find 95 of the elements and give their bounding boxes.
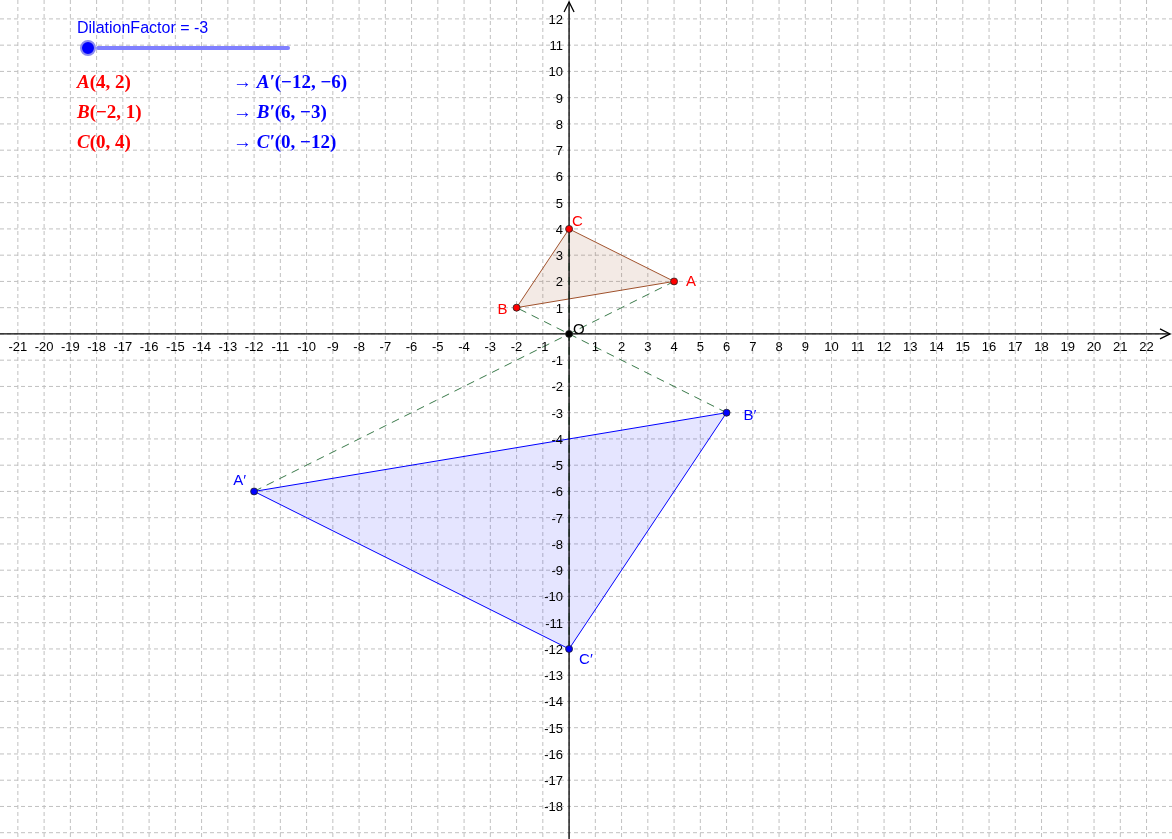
point-label: A′ — [233, 471, 247, 489]
point-coordinates: B(−2, 1) — [77, 100, 143, 124]
tick-label: 6 — [722, 338, 731, 354]
tick-label: 5 — [555, 195, 564, 211]
tick-label: 8 — [775, 338, 783, 354]
tick-label: -14 — [192, 338, 211, 354]
point-label: C′ — [579, 649, 593, 667]
tick-label: -12 — [544, 641, 564, 657]
tick-label: -1 — [537, 338, 549, 354]
tick-label: -5 — [432, 338, 444, 354]
tick-label: -12 — [244, 338, 264, 354]
tick-label: -10 — [544, 589, 564, 605]
point-label: B′ — [743, 405, 757, 423]
tick-label: 1 — [555, 300, 564, 316]
tick-label: 20 — [1086, 338, 1102, 354]
tick-label: -18 — [87, 338, 106, 354]
tick-label: 2 — [555, 274, 564, 290]
tick-label: -2 — [510, 338, 523, 354]
tick-label: 3 — [644, 338, 652, 354]
tick-label: -13 — [544, 668, 564, 684]
tick-label: 4 — [670, 338, 678, 354]
tick-label: 11 — [549, 38, 564, 54]
tick-label: 16 — [981, 338, 997, 354]
tick-label: 22 — [1139, 338, 1154, 354]
image-coordinates: → A′(−12, −6) — [233, 70, 348, 94]
tick-label: -13 — [218, 338, 238, 354]
tick-label: -7 — [551, 510, 564, 526]
tick-label: -9 — [551, 563, 564, 579]
tick-label: 5 — [696, 338, 704, 354]
tick-label: -1 — [551, 353, 564, 369]
point[interactable] — [565, 330, 573, 338]
tick-label: -20 — [34, 338, 54, 354]
point[interactable] — [565, 225, 573, 233]
tick-label: 18 — [1034, 338, 1049, 354]
tick-label: -16 — [544, 746, 564, 762]
tick-label: -10 — [297, 338, 316, 354]
point[interactable] — [670, 277, 678, 286]
tick-label: -16 — [139, 338, 159, 354]
tick-label: 6 — [555, 169, 564, 185]
tick-label: 13 — [903, 338, 918, 354]
slider-label: DilationFactor = -3 — [77, 18, 210, 38]
tick-label: -14 — [544, 694, 564, 710]
tick-label: -8 — [551, 536, 564, 552]
tick-label: -17 — [113, 338, 133, 354]
slider-track[interactable] — [96, 46, 290, 50]
tick-label: -18 — [544, 799, 564, 815]
tick-label: 9 — [555, 90, 564, 106]
tick-label: -11 — [545, 615, 564, 631]
tick-label: -9 — [327, 338, 339, 354]
tick-label: -8 — [353, 338, 365, 354]
tick-label: 7 — [555, 143, 564, 159]
tick-label: -6 — [551, 484, 564, 500]
tick-label: 9 — [801, 338, 809, 354]
tick-label: -15 — [544, 720, 564, 736]
point-label: A — [686, 272, 697, 290]
tick-label: -4 — [458, 338, 470, 354]
tick-label: -17 — [544, 773, 564, 789]
point-label: O — [573, 319, 585, 337]
tick-label: 11 — [851, 338, 865, 354]
point-coordinates: C(0, 4) — [77, 130, 132, 154]
tick-label: -6 — [405, 338, 418, 354]
tick-label: 10 — [548, 64, 564, 80]
tick-label: -21 — [8, 338, 28, 354]
tick-label: -5 — [551, 458, 564, 474]
tick-label: 15 — [955, 338, 971, 354]
tick-label: 2 — [617, 338, 626, 354]
tick-label: 12 — [548, 11, 564, 27]
tick-label: -3 — [551, 405, 564, 421]
tick-label: -2 — [551, 379, 564, 395]
tick-label: 19 — [1060, 338, 1076, 354]
tick-label: -15 — [165, 338, 185, 354]
tick-label: -19 — [60, 338, 80, 354]
tick-label: -7 — [379, 338, 392, 354]
point-label: B — [497, 299, 508, 317]
image-coordinates: → C′(0, −12) — [233, 130, 338, 154]
tick-label: 12 — [876, 338, 892, 354]
point-label: C — [572, 211, 583, 229]
tick-label: 7 — [749, 338, 757, 354]
tick-label: -3 — [484, 338, 497, 354]
image-coordinates: → B′(6, −3) — [233, 100, 328, 124]
slider-thumb[interactable] — [80, 40, 96, 56]
point[interactable] — [250, 487, 258, 496]
tick-label: 8 — [555, 116, 564, 132]
tick-label: -11 — [271, 338, 290, 354]
tick-label: 14 — [929, 338, 944, 354]
tick-label: 17 — [1008, 338, 1023, 354]
point[interactable] — [722, 408, 731, 417]
tick-label: 10 — [824, 338, 839, 354]
tick-label: 21 — [1113, 338, 1128, 354]
tick-label: 1 — [591, 338, 599, 354]
point[interactable] — [512, 303, 521, 312]
point-coordinates: A(4, 2) — [77, 70, 132, 94]
tick-label: 4 — [555, 221, 564, 237]
point[interactable] — [565, 645, 573, 653]
tick-label: 3 — [555, 248, 564, 264]
